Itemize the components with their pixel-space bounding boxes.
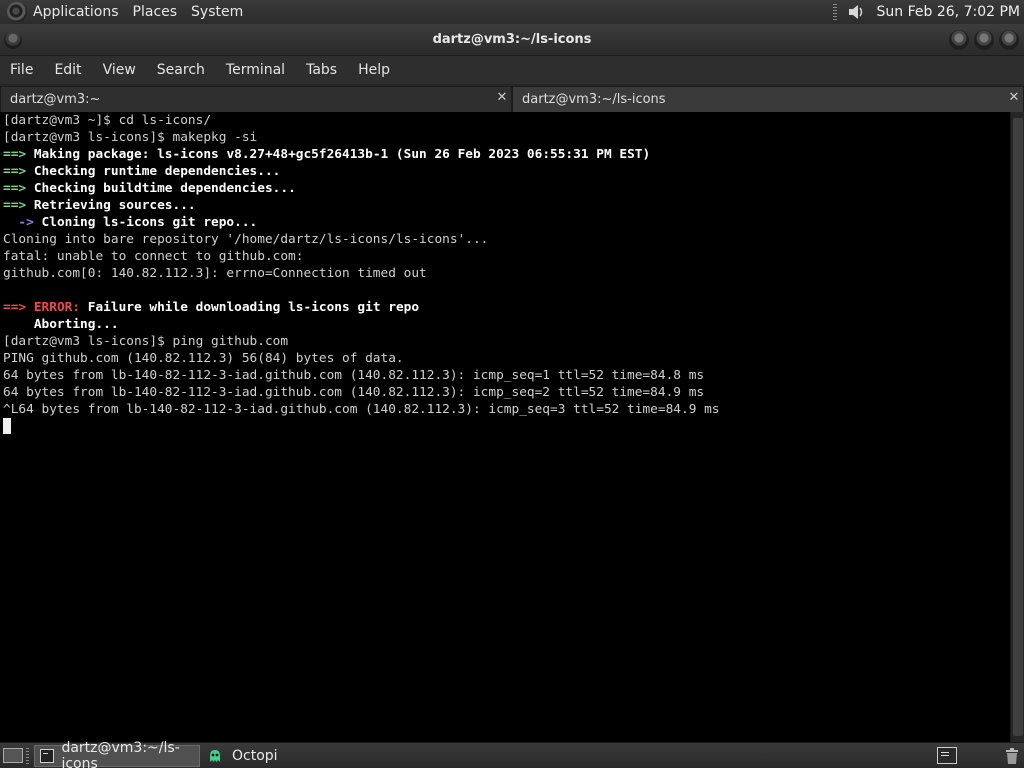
distro-logo-icon[interactable] [7,2,27,22]
terminal-cursor [3,418,11,434]
terminal-line: ==> Checking buildtime dependencies... [3,180,1010,197]
minimize-button[interactable] [949,30,969,50]
trash-icon[interactable] [1004,747,1020,765]
window-titlebar[interactable]: dartz@vm3:~/ls-icons [0,24,1024,56]
close-button[interactable] [999,30,1019,50]
panel-separator [832,4,837,20]
places-menu[interactable]: Places [133,4,178,20]
terminal-line: ==> ERROR: Failure while downloading ls-… [3,299,1010,316]
system-menu[interactable]: System [191,4,243,20]
panel-clock[interactable]: Sun Feb 26, 7:02 PM [877,4,1020,20]
applications-menu[interactable]: Applications [33,4,119,20]
terminal-text: PING github.com (140.82.112.3) 56(84) by… [3,351,404,366]
taskbar-item-octopi[interactable]: Octopi [202,745,322,767]
taskbar-item-label: dartz@vm3:~/ls-icons [61,740,180,768]
terminal-text: ^L64 bytes from lb-140-82-112-3-iad.gith… [3,402,720,417]
volume-icon[interactable] [847,3,865,21]
terminal-text: -> [3,215,42,230]
terminal-line: ^L64 bytes from lb-140-82-112-3-iad.gith… [3,401,1010,418]
terminal-text: ==> [3,147,34,162]
taskbar-item-terminal[interactable]: dartz@vm3:~/ls-icons [34,740,200,768]
terminal-text: Aborting... [3,317,119,332]
terminal-text: Failure while downloading ls-icons git r… [80,300,420,315]
terminal-line: ==> Making package: ls-icons v8.27+48+gc… [3,146,1010,163]
terminal-line: ==> Checking runtime dependencies... [3,163,1010,180]
panel-tray: Sun Feb 26, 7:02 PM [832,0,1024,24]
terminal-text: ==> [3,300,34,315]
close-icon[interactable]: ✕ [495,91,509,105]
bottom-panel: dartz@vm3:~/ls-icons Octopi [0,740,1024,768]
terminal-line: -> Cloning ls-icons git repo... [3,214,1010,231]
terminal-text: 64 bytes from lb-140-82-112-3-iad.github… [3,385,705,400]
terminal-line: [dartz@vm3 ~]$ cd ls-icons/ [3,112,1010,129]
terminal-text: 64 bytes from lb-140-82-112-3-iad.github… [3,368,705,383]
terminal-line: PING github.com (140.82.112.3) 56(84) by… [3,350,1010,367]
tab-label: dartz@vm3:~ [10,92,101,107]
terminal-text: Making package: ls-icons v8.27+48+gc5f26… [33,147,651,162]
show-desktop-icon[interactable] [3,748,23,763]
terminal-line: fatal: unable to connect to github.com: [3,248,1010,265]
terminal-text: ==> [3,198,34,213]
menu-terminal[interactable]: Terminal [226,62,285,78]
terminal-line: Cloning into bare repository '/home/dart… [3,231,1010,248]
terminal-line: 64 bytes from lb-140-82-112-3-iad.github… [3,384,1010,401]
terminal-text: [dartz@vm3 ls-icons]$ makepkg -si [3,130,258,145]
terminal-line: [dartz@vm3 ls-icons]$ makepkg -si [3,129,1010,146]
terminal-line: Aborting... [3,316,1010,333]
octopi-icon [210,750,220,762]
terminal-scrollbar[interactable] [1010,112,1024,742]
terminal-text: Cloning ls-icons git repo... [41,215,258,230]
menubar: File Edit View Search Terminal Tabs Help [0,56,1024,84]
top-panel: Applications Places System Sun Feb 26, 7… [0,0,1024,24]
taskbar-item-label: Octopi [232,748,278,764]
menu-edit[interactable]: Edit [54,62,81,78]
close-icon[interactable]: ✕ [1007,91,1021,105]
panel-separator [26,748,29,764]
tab-label: dartz@vm3:~/ls-icons [522,92,666,107]
terminal-text: [dartz@vm3 ls-icons]$ ping github.com [3,334,289,349]
workspace-icon[interactable] [937,747,957,764]
terminal-text: Checking runtime dependencies... [33,164,281,179]
terminal-line: 64 bytes from lb-140-82-112-3-iad.github… [3,367,1010,384]
terminal-text: fatal: unable to connect to github.com: [3,249,304,264]
menu-file[interactable]: File [10,62,33,78]
tab-home[interactable]: dartz@vm3:~ ✕ [0,86,512,112]
terminal-icon [40,749,55,763]
terminal-line: ==> Retrieving sources... [3,197,1010,214]
tab-bar: dartz@vm3:~ ✕ dartz@vm3:~/ls-icons ✕ [0,84,1024,112]
terminal-text: Retrieving sources... [33,198,196,213]
window-title: dartz@vm3:~/ls-icons [432,32,592,47]
scrollbar-thumb[interactable] [1013,118,1023,736]
terminal-text: ERROR: [33,300,81,315]
terminal-text: ==> [3,181,34,196]
terminal-prompt-line [3,418,1010,435]
menu-search[interactable]: Search [157,62,205,78]
maximize-button[interactable] [974,30,994,50]
terminal-output[interactable]: [dartz@vm3 ~]$ cd ls-icons/ [dartz@vm3 ls… [0,112,1010,742]
terminal-line: [dartz@vm3 ls-icons]$ ping github.com [3,333,1010,350]
terminal-text: Cloning into bare repository '/home/dart… [3,232,489,247]
menu-tabs[interactable]: Tabs [306,62,337,78]
terminal-text: Checking buildtime dependencies... [33,181,296,196]
tab-ls-icons[interactable]: dartz@vm3:~/ls-icons ✕ [512,86,1024,112]
menu-view[interactable]: View [103,62,136,78]
menu-help[interactable]: Help [358,62,390,78]
terminal-text: ==> [3,164,34,179]
terminal-text: [dartz@vm3 ~]$ cd ls-icons/ [3,113,212,128]
terminal-line: github.com[0: 140.82.112.3]: errno=Conne… [3,265,1010,282]
terminal-text: github.com[0: 140.82.112.3]: errno=Conne… [3,266,427,281]
